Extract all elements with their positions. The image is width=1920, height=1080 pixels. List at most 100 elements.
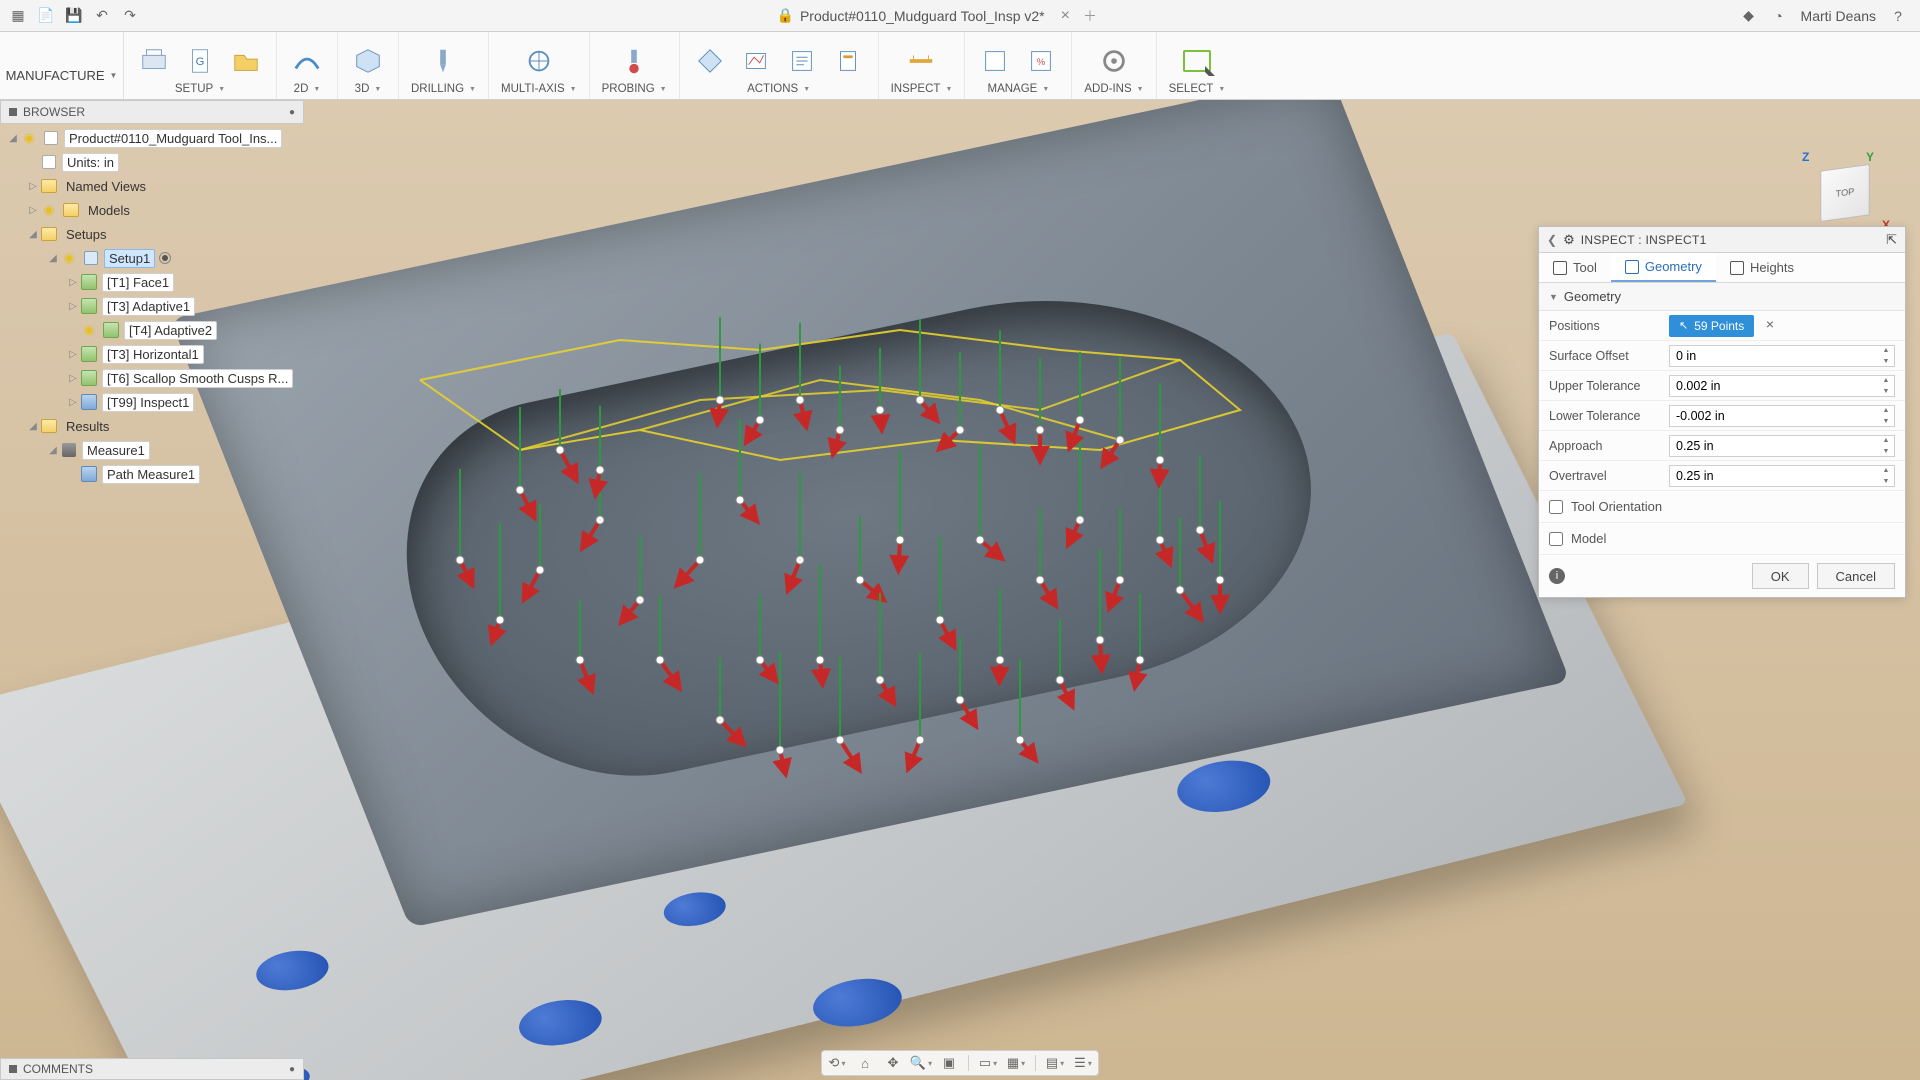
ribbon-label-actions[interactable]: ACTIONS <box>747 81 810 97</box>
panel-back-icon[interactable]: ❮ <box>1547 233 1557 247</box>
tool-orientation-checkbox[interactable] <box>1549 500 1563 514</box>
tree-setups[interactable]: ◢ Setups <box>0 222 304 246</box>
orbit-icon[interactable]: ⟲ <box>828 1054 846 1072</box>
lower-tol-input[interactable] <box>1669 405 1895 427</box>
browser-header[interactable]: BROWSER ● <box>0 100 304 124</box>
view-cube-face[interactable]: TOP <box>1820 164 1869 222</box>
inspect-panel-header[interactable]: ❮ ⚙ INSPECT : INSPECT1 ⇱ <box>1539 227 1905 253</box>
2d-icon[interactable] <box>289 43 325 79</box>
spin-up[interactable]: ▲ <box>1879 375 1893 386</box>
addins-icon[interactable] <box>1096 43 1132 79</box>
spin-down[interactable]: ▼ <box>1879 476 1893 487</box>
ribbon-label-setup[interactable]: SETUP <box>175 81 225 97</box>
look-at-icon[interactable]: ⌂ <box>856 1054 874 1072</box>
ribbon-label-probing[interactable]: PROBING <box>602 81 667 97</box>
comments-bar[interactable]: COMMENTS ● <box>0 1058 304 1080</box>
tree-named-views[interactable]: ▷ Named Views <box>0 174 304 198</box>
save-icon[interactable]: 💾 <box>66 8 82 24</box>
tree-models[interactable]: ▷ ◉ Models <box>0 198 304 222</box>
positions-chip[interactable]: ↖ 59 Points <box>1669 315 1754 337</box>
spin-up[interactable]: ▲ <box>1879 465 1893 476</box>
tree-path-measure1[interactable]: Path Measure1 <box>0 462 304 486</box>
section-geometry-header[interactable]: Geometry <box>1539 283 1905 311</box>
extensions-icon[interactable]: ◆ <box>1741 8 1757 24</box>
ribbon-label-3d[interactable]: 3D <box>355 81 382 97</box>
tab-tool[interactable]: Tool <box>1539 253 1611 282</box>
tree-op-inspect1[interactable]: ▷ [T99] Inspect1 <box>0 390 304 414</box>
tree-units[interactable]: Units: in <box>0 150 304 174</box>
ribbon-label-2d[interactable]: 2D <box>294 81 321 97</box>
pan-icon[interactable]: ✥ <box>884 1054 902 1072</box>
inspect-icon[interactable] <box>903 43 939 79</box>
3d-icon[interactable] <box>350 43 386 79</box>
account-username[interactable]: Marti Deans <box>1801 8 1876 24</box>
new-file-icon[interactable]: 📄 <box>38 8 54 24</box>
multiaxis-icon[interactable] <box>521 43 557 79</box>
tree-op-scallop[interactable]: ▷ [T6] Scallop Smooth Cusps R... <box>0 366 304 390</box>
ribbon-label-multiaxis[interactable]: MULTI-AXIS <box>501 81 577 97</box>
spin-up[interactable]: ▲ <box>1879 435 1893 446</box>
positions-clear-button[interactable]: × <box>1766 316 1774 332</box>
new-tab-button[interactable]: ＋ <box>1082 8 1098 24</box>
redo-icon[interactable]: ↷ <box>122 8 138 24</box>
browser-collapse-button[interactable]: ● <box>289 107 295 118</box>
gear-icon[interactable]: ⚙ <box>1563 232 1575 248</box>
tab-close-button[interactable]: × <box>1061 7 1070 25</box>
ribbon-label-select[interactable]: SELECT <box>1169 81 1226 97</box>
surface-offset-input[interactable] <box>1669 345 1895 367</box>
visibility-icon[interactable]: ◉ <box>80 321 98 339</box>
help-icon[interactable]: ? <box>1890 8 1906 24</box>
simulate-icon[interactable] <box>738 43 774 79</box>
comments-collapse-button[interactable]: ● <box>289 1064 295 1075</box>
ribbon-label-drilling[interactable]: DRILLING <box>411 81 476 97</box>
fit-icon[interactable]: ▣ <box>940 1054 958 1072</box>
overtravel-input[interactable] <box>1669 465 1895 487</box>
spin-down[interactable]: ▼ <box>1879 386 1893 397</box>
visibility-icon[interactable]: ◉ <box>40 201 58 219</box>
approach-input[interactable] <box>1669 435 1895 457</box>
ok-button[interactable]: OK <box>1752 563 1809 589</box>
tree-op-adaptive1[interactable]: ▷ [T3] Adaptive1 <box>0 294 304 318</box>
visibility-icon[interactable]: ◉ <box>20 129 38 147</box>
spin-down[interactable]: ▼ <box>1879 446 1893 457</box>
panel-expand-icon[interactable]: ⇱ <box>1886 232 1897 248</box>
select-icon[interactable] <box>1179 43 1215 79</box>
tree-op-face1[interactable]: ▷ [T1] Face1 <box>0 270 304 294</box>
apps-grid-icon[interactable]: ▦ <box>10 8 26 24</box>
setup-sheet-icon[interactable] <box>830 43 866 79</box>
info-icon[interactable]: i <box>1549 568 1565 584</box>
tab-heights[interactable]: Heights <box>1716 253 1808 282</box>
tool-library-icon[interactable] <box>977 43 1013 79</box>
spin-down[interactable]: ▼ <box>1879 416 1893 427</box>
generate-icon[interactable] <box>692 43 728 79</box>
ribbon-label-manage[interactable]: MANAGE <box>987 81 1049 97</box>
undo-icon[interactable]: ↶ <box>94 8 110 24</box>
ribbon-label-addins[interactable]: ADD-INS <box>1084 81 1143 97</box>
tree-op-horizontal1[interactable]: ▷ [T3] Horizontal1 <box>0 342 304 366</box>
drilling-icon[interactable] <box>425 43 461 79</box>
viewports-icon[interactable]: ☰ <box>1074 1054 1092 1072</box>
zoom-icon[interactable]: 🔍 <box>912 1054 930 1072</box>
tree-op-adaptive2[interactable]: ◉ [T4] Adaptive2 <box>0 318 304 342</box>
visibility-icon[interactable]: ◉ <box>60 249 78 267</box>
viewport[interactable]: Z Y X TOP FRONT BROWSER ● ◢ ◉ Product#01… <box>0 100 1920 1080</box>
task-manager-icon[interactable]: % <box>1023 43 1059 79</box>
viewport-layout-icon[interactable]: ▤ <box>1046 1054 1064 1072</box>
tree-root[interactable]: ◢ ◉ Product#0110_Mudguard Tool_Ins... <box>0 126 304 150</box>
spin-up[interactable]: ▲ <box>1879 345 1893 356</box>
notifications-icon[interactable]: ◔ <box>1771 8 1787 24</box>
spin-down[interactable]: ▼ <box>1879 356 1893 367</box>
active-setup-radio[interactable] <box>159 252 171 264</box>
postprocess-icon[interactable] <box>784 43 820 79</box>
spin-up[interactable]: ▲ <box>1879 405 1893 416</box>
row-model[interactable]: Model <box>1539 523 1905 555</box>
tab-geometry[interactable]: Geometry <box>1611 253 1716 282</box>
new-setup-icon[interactable] <box>136 43 172 79</box>
probing-icon[interactable] <box>616 43 652 79</box>
grid-settings-icon[interactable]: ▦ <box>1007 1054 1025 1072</box>
display-settings-icon[interactable]: ▭ <box>979 1054 997 1072</box>
cancel-button[interactable]: Cancel <box>1817 563 1895 589</box>
tree-results[interactable]: ◢ Results <box>0 414 304 438</box>
ribbon-label-inspect[interactable]: INSPECT <box>891 81 953 97</box>
tree-measure1[interactable]: ◢ Measure1 <box>0 438 304 462</box>
